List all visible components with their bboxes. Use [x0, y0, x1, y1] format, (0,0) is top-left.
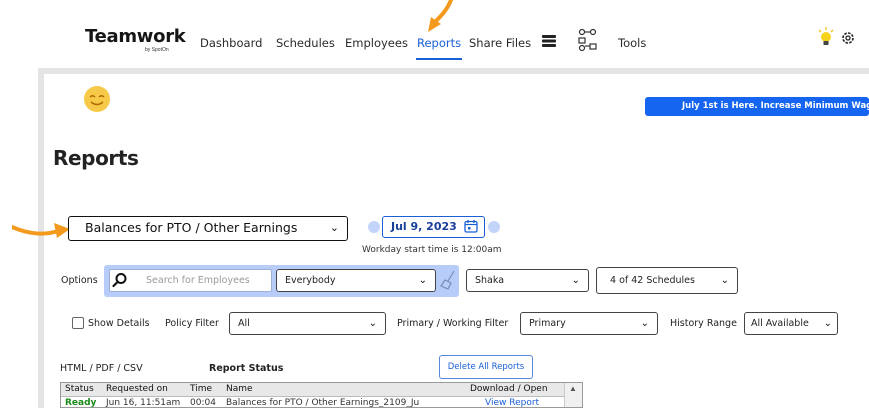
row-name: Balances for PTO / Other Earnings_2109_J… [226, 398, 420, 408]
report-status-table: Status Requested on Time Name Download /… [60, 382, 583, 408]
printer-icon[interactable] [541, 34, 557, 53]
logo-subtext: by SpotOn [145, 47, 169, 53]
smiley-icon [83, 85, 111, 118]
working-filter-value: Primary [529, 318, 566, 329]
chevron-down-icon: ⌄ [418, 275, 427, 286]
gear-icon[interactable] [840, 30, 856, 51]
teamwork-logo[interactable]: Teamwork by SpotOn [85, 26, 186, 53]
chevron-down-icon: ⌄ [329, 221, 339, 234]
employee-group-select[interactable]: Everybody ⌄ [276, 269, 436, 292]
previous-date-button[interactable] [368, 221, 380, 233]
location-select[interactable]: Shaka ⌄ [466, 269, 589, 292]
working-filter-label: Primary / Working Filter [397, 318, 509, 329]
row-requested: Jun 16, 11:51am [106, 398, 181, 408]
chevron-down-icon: ⌄ [368, 318, 377, 329]
policy-filter-label: Policy Filter [165, 318, 219, 329]
report-formats-label: HTML / PDF / CSV [60, 363, 143, 374]
next-date-button[interactable] [488, 221, 500, 233]
logo-text: Teamwork [85, 26, 186, 47]
delete-all-reports-button[interactable]: Delete All Reports [439, 355, 533, 379]
report-date-picker[interactable]: Jul 9, 2023 [382, 216, 485, 238]
workday-start-note: Workday start time is 12:00am [362, 245, 502, 255]
report-status-title: Report Status [209, 363, 284, 374]
view-report-link[interactable]: View Report [485, 398, 539, 407]
show-details-checkbox[interactable] [72, 317, 84, 329]
chevron-down-icon: ⌄ [720, 275, 729, 286]
row-status: Ready [65, 398, 97, 408]
history-range-label: History Range [670, 318, 737, 329]
history-range-value: All Available [751, 318, 809, 329]
working-filter-select[interactable]: Primary ⌄ [520, 312, 658, 335]
table-header: Status Requested on Time Name Download /… [61, 383, 582, 397]
pointer-arrow-icon-2 [10, 219, 72, 246]
active-tab-indicator [416, 58, 462, 60]
nav-schedules[interactable]: Schedules [276, 36, 335, 50]
chevron-down-icon: ⌄ [640, 318, 649, 329]
history-range-select[interactable]: All Available ⌄ [744, 312, 838, 335]
chevron-down-icon: ⌄ [571, 275, 580, 286]
chevron-down-icon: ⌄ [823, 318, 832, 329]
nav-employees[interactable]: Employees [345, 36, 408, 50]
scroll-up-icon[interactable]: ▲ [569, 384, 577, 393]
schedules-select[interactable]: 4 of 42 Schedules ⌄ [596, 267, 738, 294]
table-scrollbar[interactable]: ▲ [564, 383, 582, 407]
options-label: Options [61, 275, 98, 286]
column-header-status: Status [65, 384, 94, 394]
row-time: 00:04 [190, 398, 216, 408]
nav-dashboard[interactable]: Dashboard [200, 36, 262, 50]
column-header-download: Download / Open [470, 384, 548, 394]
workflow-icon[interactable] [577, 28, 599, 57]
pointer-arrow-icon [425, 0, 455, 39]
employee-group-value: Everybody [285, 275, 336, 286]
report-date-value: Jul 9, 2023 [391, 220, 457, 233]
minimum-wage-banner-button[interactable]: July 1st is Here. Increase Minimum Wage? [645, 97, 869, 116]
calendar-icon [464, 219, 478, 239]
show-details-label: Show Details [88, 318, 150, 329]
schedules-value: 4 of 42 Schedules [610, 275, 695, 286]
column-header-time: Time [190, 384, 213, 394]
clear-filter-broom-icon[interactable] [439, 270, 457, 295]
report-type-value: Balances for PTO / Other Earnings [85, 220, 298, 235]
location-value: Shaka [475, 275, 505, 286]
lightbulb-icon[interactable] [817, 27, 835, 52]
policy-filter-select[interactable]: All ⌄ [229, 312, 386, 335]
employee-search-placeholder: Search for Employees [146, 275, 250, 286]
employee-search-input[interactable]: Search for Employees [109, 269, 272, 292]
report-type-select[interactable]: Balances for PTO / Other Earnings ⌄ [68, 216, 348, 241]
column-header-name: Name [226, 384, 253, 394]
policy-filter-value: All [238, 318, 250, 329]
page-title: Reports [53, 146, 139, 170]
search-icon[interactable] [112, 272, 128, 293]
column-header-requested: Requested on [106, 384, 168, 394]
nav-tools[interactable]: Tools [618, 36, 646, 50]
nav-share-files[interactable]: Share Files [469, 36, 531, 50]
